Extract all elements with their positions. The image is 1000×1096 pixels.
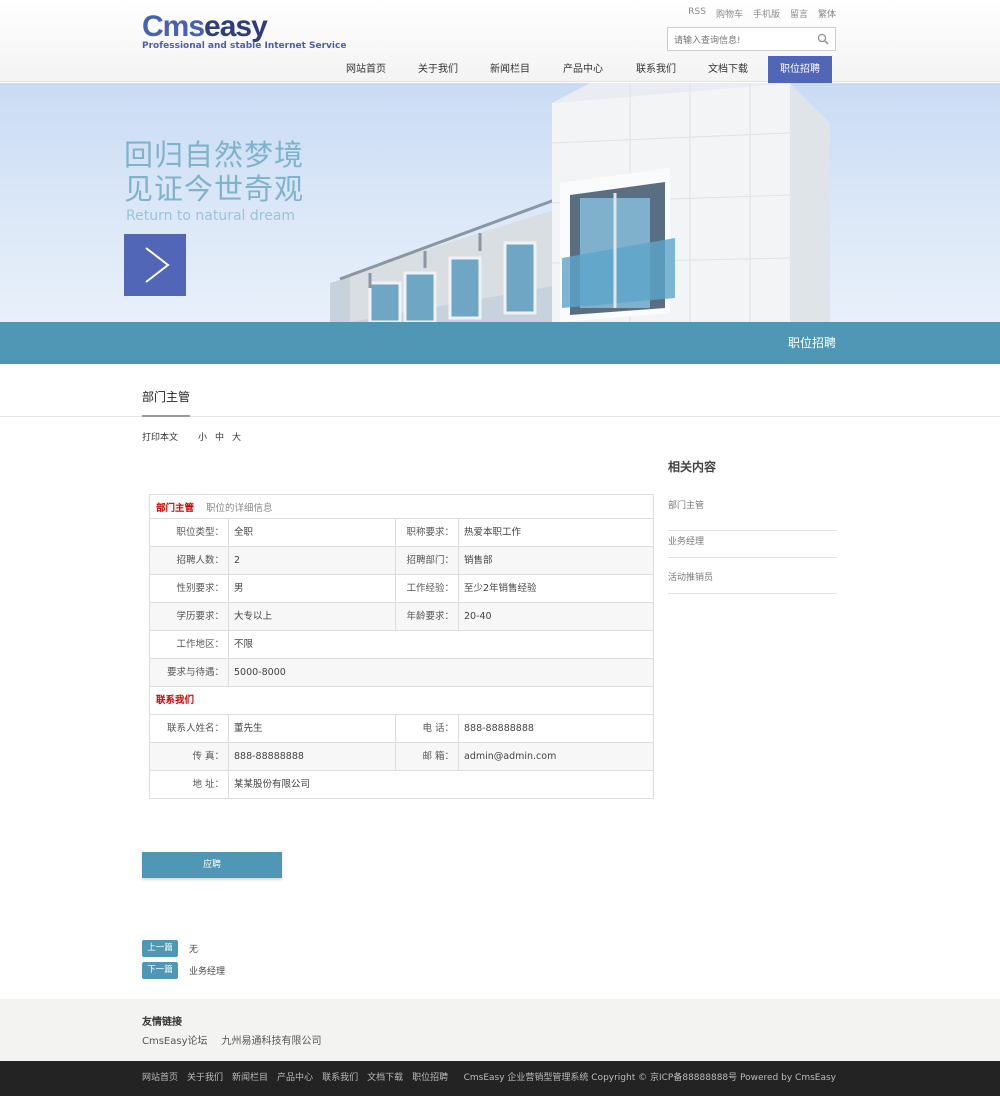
job-detail-table: 部门主管 职位的详细信息 职位类型： 全职 职称要求： 热爱本职工作 招聘人数：…	[149, 494, 654, 799]
section-band: 职位招聘	[0, 322, 1000, 364]
banner-subtitle: Return to natural dream	[126, 208, 296, 224]
hero-banner: 回归自然梦境 见证今世奇观 Return to natural dream	[0, 83, 1000, 322]
banner-headline-line2: 见证今世奇观	[124, 172, 305, 206]
next-link[interactable]: 业务经理	[189, 964, 225, 977]
footer-copyright: CmsEasy 企业营销型管理系统 Copyright © 京ICP备88888…	[463, 1073, 836, 1083]
page: Cmseasy Professional and stable Internet…	[0, 0, 1000, 1096]
page-title: 部门主管	[142, 390, 191, 404]
friend-link[interactable]: CmsEasy论坛	[142, 1032, 208, 1047]
top-link-cart[interactable]: 购物车	[716, 7, 743, 20]
print-link[interactable]: 打印本文	[142, 430, 178, 443]
title-underline	[142, 415, 190, 417]
site-logo[interactable]: Cmseasy Professional and stable Internet…	[142, 10, 346, 52]
contact-heading: 联系我们	[156, 695, 195, 706]
prev-link: 无	[189, 945, 199, 955]
font-medium-link[interactable]: 中	[215, 430, 224, 443]
search-input[interactable]	[668, 30, 808, 52]
table-row: 联系人姓名： 董先生 电 话： 888-88888888	[150, 715, 653, 743]
header: Cmseasy Professional and stable Internet…	[0, 0, 1000, 83]
nav-news[interactable]: 新闻栏目	[481, 56, 539, 83]
job-table-header: 部门主管 职位的详细信息	[150, 495, 653, 519]
email-value: admin@admin.com	[464, 751, 557, 762]
logo-wordmark: Cmseasy	[142, 10, 268, 43]
related-title: 相关内容	[668, 460, 717, 474]
building-illustration	[330, 83, 830, 322]
nav-home[interactable]: 网站首页	[337, 56, 395, 83]
table-row: 学历要求： 大专以上 年龄要求： 20-40	[150, 603, 653, 631]
nav-downloads[interactable]: 文档下载	[698, 56, 758, 83]
top-links: RSS 购物车 手机版 留言 繁体	[688, 7, 836, 20]
top-link-traditional[interactable]: 繁体	[818, 7, 836, 20]
top-link-rss[interactable]: RSS	[688, 7, 706, 20]
nav-contact[interactable]: 联系我们	[626, 56, 686, 83]
friend-link[interactable]: 九州易通科技有限公司	[222, 1032, 322, 1047]
logo-tagline: Professional and stable Internet Service	[142, 41, 347, 51]
table-row: 招聘人数： 2 招聘部门： 销售部	[150, 547, 653, 575]
search-box	[667, 27, 836, 52]
table-row: 性别要求： 男 工作经验： 至少2年销售经验	[150, 575, 653, 603]
related-item[interactable]: 业务经理	[668, 521, 837, 558]
footer-nav-products[interactable]: 产品中心	[277, 1061, 313, 1096]
footer-nav-news[interactable]: 新闻栏目	[232, 1061, 268, 1096]
table-row: 职位类型： 全职 职称要求： 热爱本职工作	[150, 519, 653, 547]
next-article: 下一篇 业务经理	[142, 962, 225, 979]
article-tools: 打印本文 小 中 大	[142, 430, 241, 443]
top-link-mobile[interactable]: 手机版	[753, 7, 780, 20]
nav-jobs[interactable]: 职位招聘	[768, 56, 832, 83]
next-tag[interactable]: 下一篇	[142, 962, 178, 979]
contact-header: 联系我们	[150, 687, 653, 715]
font-large-link[interactable]: 大	[232, 430, 241, 443]
footer-nav-downloads[interactable]: 文档下载	[367, 1061, 403, 1096]
banner-headline-line1: 回归自然梦境	[124, 138, 305, 172]
banner-headline: 回归自然梦境 见证今世奇观	[124, 138, 304, 206]
footer-nav-home[interactable]: 网站首页	[142, 1061, 178, 1096]
footer-nav-jobs[interactable]: 职位招聘	[412, 1061, 448, 1096]
footer-nav: 网站首页 关于我们 新闻栏目 产品中心 联系我们 文档下载 职位招聘	[142, 1061, 448, 1096]
footer: 网站首页 关于我们 新闻栏目 产品中心 联系我们 文档下载 职位招聘 CmsEa…	[0, 1061, 1000, 1096]
footer-nav-about[interactable]: 关于我们	[187, 1061, 223, 1096]
friend-links: 友情链接 CmsEasy论坛 九州易通科技有限公司	[0, 999, 1000, 1061]
table-row: 地 址： 某某股份有限公司	[150, 771, 653, 799]
nav-products[interactable]: 产品中心	[553, 56, 613, 83]
nav-about[interactable]: 关于我们	[409, 56, 467, 83]
chevron-right-icon	[145, 247, 170, 283]
prev-article: 上一篇 无	[142, 940, 198, 957]
table-row: 要求与待遇： 5000-8000	[150, 659, 653, 687]
banner-next-button[interactable]	[124, 234, 186, 296]
related-item[interactable]: 活动推销员	[668, 558, 837, 594]
band-title: 职位招聘	[787, 336, 836, 350]
table-row: 工作地区： 不限	[150, 631, 653, 659]
font-small-link[interactable]: 小	[198, 430, 207, 443]
friend-links-title: 友情链接	[142, 1017, 182, 1028]
friend-links-list: CmsEasy论坛 九州易通科技有限公司	[142, 1032, 322, 1047]
top-link-guestbook[interactable]: 留言	[790, 7, 808, 20]
footer-nav-contact[interactable]: 联系我们	[322, 1061, 358, 1096]
search-icon[interactable]	[817, 33, 829, 45]
prev-tag[interactable]: 上一篇	[142, 940, 178, 957]
table-row: 传 真： 888-88888888 邮 箱： admin@admin.com	[150, 743, 653, 771]
apply-button[interactable]: 应聘	[142, 852, 282, 878]
